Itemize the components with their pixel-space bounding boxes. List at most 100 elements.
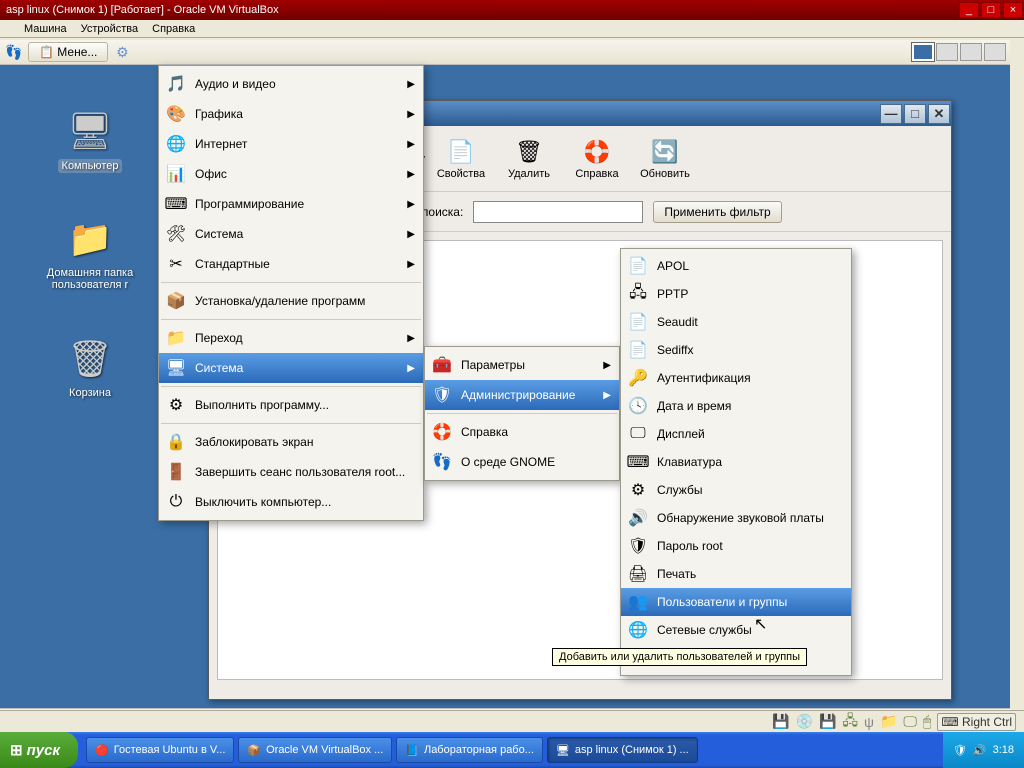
um-properties-button[interactable]: 📄Свойства (429, 136, 493, 182)
apps-menu-button[interactable]: 📋 Мене... (28, 42, 108, 62)
vb-title: asp linux (Снимок 1) [Работает] - Oracle… (6, 4, 279, 16)
menu-audio-video[interactable]: 🎵Аудио и видео▶ (159, 69, 423, 99)
usb-icon[interactable]: ψ (864, 714, 874, 730)
workspace-2[interactable] (936, 43, 958, 61)
menu-internet[interactable]: 🌐Интернет▶ (159, 129, 423, 159)
package-icon: 📦 (165, 290, 187, 312)
admin-item-4[interactable]: 🔑Аутентификация (621, 364, 851, 392)
menu-system[interactable]: 🖥Система▶ (159, 353, 423, 383)
menu-install-remove[interactable]: 📦Установка/удаление программ (159, 286, 423, 316)
tray-icon[interactable]: 🛡 (953, 744, 967, 757)
admin-item-2[interactable]: 📄Seaudit (621, 308, 851, 336)
chevron-right-icon: ▶ (603, 390, 611, 401)
admin-item-9[interactable]: 🔊Обнаружение звуковой платы (621, 504, 851, 532)
gnome-about-icon: 👣 (431, 451, 453, 473)
desktop-icon-computer[interactable]: 🖥 Компьютер (40, 107, 140, 173)
admin-item-icon: 🕓 (627, 395, 649, 417)
admin-item-label: Клавиатура (657, 455, 722, 469)
menu-shutdown[interactable]: ⏻Выключить компьютер... (159, 487, 423, 517)
properties-icon: 📄 (447, 138, 475, 166)
menu-graphics[interactable]: 🎨Графика▶ (159, 99, 423, 129)
vb-close-button[interactable]: × (1003, 2, 1023, 18)
refresh-icon: 🔄 (651, 138, 679, 166)
admin-item-1[interactable]: 🖧PPTP (621, 280, 851, 308)
workspace-1[interactable] (912, 43, 934, 61)
run-icon: ⚙ (165, 394, 187, 416)
tray-icon[interactable]: 🔊 (973, 744, 987, 757)
tooltip: Добавить или удалить пользователей и гру… (552, 648, 807, 666)
admin-item-icon: 🌐 (627, 619, 649, 641)
gear-icon[interactable]: ⚙ (112, 42, 132, 62)
filter-input[interactable] (473, 201, 643, 223)
admin-item-3[interactable]: 📄Sediffx (621, 336, 851, 364)
admin-item-13[interactable]: 🌐Сетевые службы (621, 616, 851, 644)
admin-item-12[interactable]: 👥Пользователи и группы (621, 588, 851, 616)
shared-icon[interactable]: 📁 (880, 713, 897, 730)
admin-item-11[interactable]: 🖨Печать (621, 560, 851, 588)
floppy-icon[interactable]: 💾 (819, 713, 836, 730)
admin-item-0[interactable]: 📄APOL (621, 252, 851, 280)
admin-item-8[interactable]: ⚙Службы (621, 476, 851, 504)
apply-filter-button[interactable]: Применить фильтр (653, 201, 781, 223)
display-icon[interactable]: 🖵 (903, 713, 917, 730)
submenu-admin[interactable]: 🛡Администрирование▶ (425, 380, 619, 410)
admin-item-icon: ⌨ (627, 451, 649, 473)
menu-standard[interactable]: ✂Стандартные▶ (159, 249, 423, 279)
menu-system-tools[interactable]: 🛠Система▶ (159, 219, 423, 249)
admin-item-label: Дата и время (657, 399, 731, 413)
network-icon[interactable]: 🖧 (842, 710, 858, 734)
tools-icon: 🛠 (165, 223, 187, 245)
admin-item-icon: ⚙ (627, 479, 649, 501)
hdd-icon[interactable]: 💾 (772, 713, 789, 730)
um-refresh-button[interactable]: 🔄Обновить (633, 136, 697, 182)
um-close-button[interactable]: ✕ (928, 104, 950, 124)
system-icon: 🖥 (165, 357, 187, 379)
menu-places[interactable]: 📁Переход▶ (159, 323, 423, 353)
menu-programming[interactable]: ⌨Программирование▶ (159, 189, 423, 219)
um-minimize-button[interactable]: — (880, 104, 902, 124)
submenu-about[interactable]: 👣О среде GNOME (425, 447, 619, 477)
um-maximize-button[interactable]: □ (904, 104, 926, 124)
chevron-right-icon: ▶ (407, 109, 415, 120)
vb-menu-devices[interactable]: Устройства (81, 23, 139, 35)
workspace-4[interactable] (984, 43, 1006, 61)
host-key-indicator[interactable]: ⌨ Right Ctrl (937, 713, 1016, 731)
foot-icon[interactable]: 👣 (4, 42, 24, 62)
mouse-icon[interactable]: 🖱 (923, 713, 931, 730)
admin-item-icon: 🖵 (627, 423, 649, 445)
menu-run[interactable]: ⚙Выполнить программу... (159, 390, 423, 420)
admin-item-6[interactable]: 🖵Дисплей (621, 420, 851, 448)
vb-menu-help[interactable]: Справка (152, 23, 195, 35)
admin-item-label: Пользователи и группы (657, 595, 787, 609)
submenu-prefs[interactable]: 🧰Параметры▶ (425, 350, 619, 380)
submenu-help[interactable]: 🛟Справка (425, 417, 619, 447)
task-button-3[interactable]: 📘Лабораторная рабо... (396, 737, 543, 763)
tray-clock[interactable]: 3:18 (993, 744, 1014, 756)
cd-icon[interactable]: 💿 (796, 713, 813, 730)
admin-item-7[interactable]: ⌨ Клавиатура (621, 448, 851, 476)
admin-item-10[interactable]: 🛡Пароль root (621, 532, 851, 560)
office-icon: 📊 (165, 163, 187, 185)
task-button-1[interactable]: 🔴Гостевая Ubuntu в V... (86, 737, 234, 763)
menu-office[interactable]: 📊Офис▶ (159, 159, 423, 189)
start-button[interactable]: ⊞ пуск (0, 732, 78, 768)
task-button-4[interactable]: 🖥asp linux (Снимок 1) ... (547, 737, 698, 763)
vb-maximize-button[interactable]: □ (981, 2, 1001, 18)
vb-minimize-button[interactable]: _ (959, 2, 979, 18)
main-menu: 🎵Аудио и видео▶ 🎨Графика▶ 🌐Интернет▶ 📊Оф… (158, 65, 424, 521)
desktop-icon-home[interactable]: 📁 Домашняя папка пользователя r (30, 215, 150, 291)
help-icon: 🛟 (583, 138, 611, 166)
opera-icon: 🔴 (95, 744, 109, 757)
menu-logout[interactable]: 🚪Завершить сеанс пользователя root... (159, 457, 423, 487)
folder-icon: 📁 (165, 327, 187, 349)
um-delete-button[interactable]: 🗑Удалить (497, 136, 561, 182)
task-button-2[interactable]: 📦Oracle VM VirtualBox ... (238, 737, 392, 763)
admin-item-5[interactable]: 🕓 Дата и время (621, 392, 851, 420)
host-taskbar: ⊞ пуск 🔴Гостевая Ubuntu в V... 📦Oracle V… (0, 732, 1024, 768)
desktop-icon-trash[interactable]: 🗑 Корзина (40, 335, 140, 399)
vb-menu-machine[interactable]: Машина (24, 23, 67, 35)
workspace-3[interactable] (960, 43, 982, 61)
um-help-button[interactable]: 🛟Справка (565, 136, 629, 182)
menu-lock[interactable]: 🔒Заблокировать экран (159, 427, 423, 457)
chevron-right-icon: ▶ (407, 169, 415, 180)
